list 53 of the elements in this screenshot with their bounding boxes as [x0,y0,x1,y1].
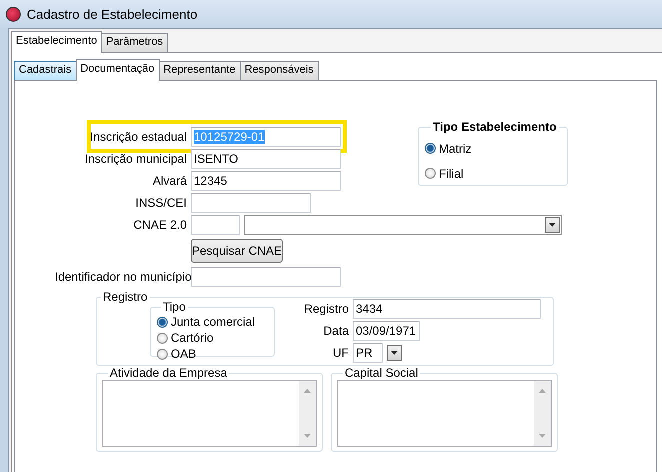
input-field[interactable]: 03/09/1971 [353,321,420,341]
dropdown-field[interactable] [244,215,562,235]
input-field[interactable]: 12345 [191,171,341,191]
scroll-down-icon[interactable] [539,434,546,438]
field-label: INSS/CEI [134,196,187,210]
scroll-up-icon[interactable] [304,389,311,393]
field-label: Data [322,324,349,338]
field-label: CNAE 2.0 [132,218,187,232]
app-icon [6,6,21,22]
radio-label[interactable]: OAB [171,347,196,361]
input-field[interactable]: ISENTO [191,149,341,169]
dropdown-arrow-icon[interactable] [549,223,556,227]
radio-button[interactable] [157,332,168,344]
radio-label[interactable]: Filial [439,166,464,180]
radio-button[interactable] [425,143,436,154]
input-field[interactable] [191,193,311,213]
field-label: Inscrição estadual [89,130,187,144]
group-title: Atividade da Empresa [109,366,228,380]
dropdown-button[interactable] [387,345,402,361]
search-cnae-button[interactable]: Pesquisar CNAE [191,239,283,263]
tab[interactable]: Responsáveis [240,61,319,80]
field-label: Alvará [152,174,187,188]
field-label: Registro [303,302,349,316]
radio-button[interactable] [157,316,168,328]
tab[interactable]: Cadastrais [14,61,77,80]
radio-label[interactable]: Cartório [171,331,214,345]
group-title: Tipo [162,300,187,314]
tab[interactable]: Documentação [76,59,160,81]
group-title: Capital Social [344,366,420,380]
window-title: Cadastro de Estabelecimento [27,6,198,22]
field-label: Inscrição municipal [84,152,187,166]
scroll-up-icon[interactable] [539,389,546,393]
dropdown-arrow-icon[interactable] [391,351,398,355]
input-field[interactable] [191,215,240,235]
text-area[interactable] [102,380,317,447]
radio-button[interactable] [157,348,168,360]
radio-label[interactable]: Matriz [439,142,472,156]
input-field[interactable] [191,267,341,287]
scrollbar[interactable] [534,381,551,446]
radio-label[interactable]: Junta comercial [171,315,256,329]
tab[interactable]: Representante [158,61,241,80]
radio-button[interactable] [425,168,436,179]
scrollbar[interactable] [299,381,316,446]
input-field[interactable]: 3434 [353,299,541,319]
tab[interactable]: Parâmetros [101,33,168,52]
group-title: Registro [102,290,149,304]
input-field[interactable]: PR [353,343,383,363]
text-area[interactable] [337,380,552,447]
field-label: UF [332,346,349,360]
scroll-down-icon[interactable] [304,434,311,438]
dropdown-button[interactable] [545,217,560,233]
group-title: Tipo Estabelecimento [432,120,558,134]
tab[interactable]: Estabelecimento [11,31,102,53]
